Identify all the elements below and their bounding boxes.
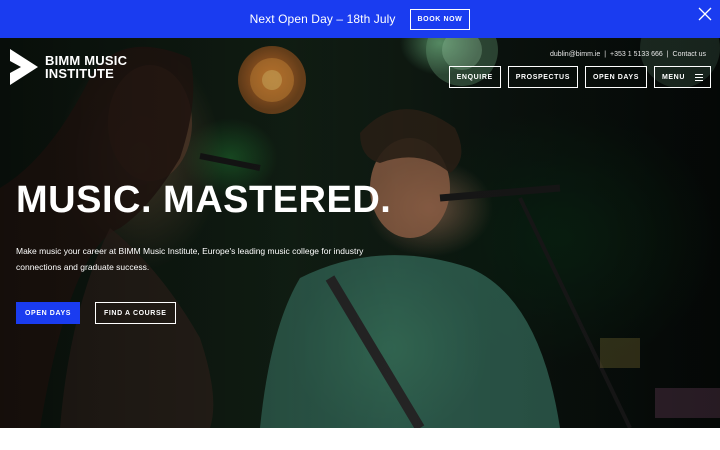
hero-description: Make music your career at BIMM Music Ins… [16, 246, 364, 272]
bimm-logo-icon [10, 49, 38, 85]
find-a-course-button[interactable]: FIND A COURSE [95, 302, 176, 324]
hero-cta-group: OPEN DAYS FIND A COURSE [16, 302, 176, 324]
announcement-bar: Next Open Day – 18th July BOOK NOW [0, 0, 720, 38]
open-days-nav-button[interactable]: OPEN DAYS [584, 66, 647, 88]
hero-headline: MUSIC. MASTERED. [16, 179, 392, 221]
content-area [0, 428, 720, 450]
close-icon[interactable] [698, 7, 712, 21]
open-days-button[interactable]: OPEN DAYS [16, 302, 80, 324]
contact-separator: | [604, 51, 607, 58]
contact-email[interactable]: dublin@bimm.ie [550, 51, 600, 58]
menu-button[interactable]: MENU [653, 66, 711, 88]
enquire-button[interactable]: ENQUIRE [448, 66, 501, 88]
book-now-button[interactable]: BOOK NOW [409, 8, 471, 30]
contact-info: dublin@bimm.ie | +353 1 5133 666 | Conta… [550, 51, 706, 58]
site-logo[interactable]: BIMM MUSIC INSTITUTE [9, 48, 127, 86]
contact-separator: | [666, 51, 669, 58]
announcement-text: Next Open Day – 18th July [249, 12, 396, 26]
header-nav: ENQUIRE PROSPECTUS OPEN DAYS MENU [442, 66, 711, 88]
hero-section: BIMM MUSIC INSTITUTE dublin@bimm.ie | +3… [0, 38, 720, 428]
contact-phone[interactable]: +353 1 5133 666 [610, 51, 663, 58]
contact-us-link[interactable]: Contact us [673, 51, 706, 58]
hamburger-icon [695, 73, 703, 81]
logo-wordmark: BIMM MUSIC INSTITUTE [45, 54, 127, 80]
menu-label: MENU [661, 73, 685, 81]
logo-line-2: INSTITUTE [45, 66, 114, 81]
prospectus-button[interactable]: PROSPECTUS [507, 66, 578, 88]
